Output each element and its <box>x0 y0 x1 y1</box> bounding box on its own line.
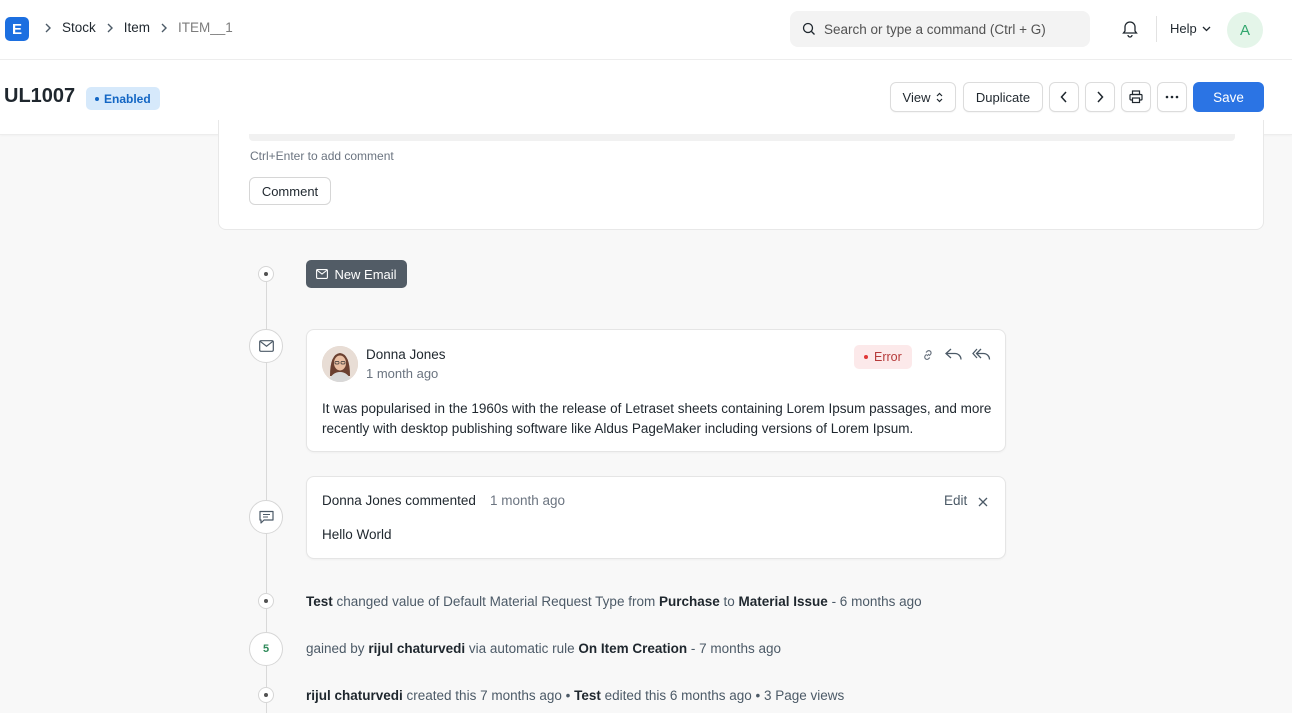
comment-hint: Ctrl+Enter to add comment <box>250 149 394 163</box>
new-email-button[interactable]: New Email <box>306 260 407 288</box>
activity-text: created this 7 months ago • <box>402 688 575 703</box>
error-label: Error <box>874 350 902 364</box>
breadcrumb: Stock Item ITEM__1 <box>40 20 233 35</box>
activity-text: via automatic rule <box>465 641 579 656</box>
reply-all-icon[interactable] <box>972 348 991 364</box>
search-placeholder: Search or type a command (Ctrl + G) <box>824 21 1046 37</box>
save-button[interactable]: Save <box>1193 82 1264 112</box>
timeline-dot <box>258 687 274 703</box>
comment-card: Donna Jones commented 1 month ago Edit H… <box>306 476 1006 559</box>
chevron-right-icon <box>44 23 52 33</box>
activity-user: Test <box>306 594 333 609</box>
activity-item: gained by rijul chaturvedi via automatic… <box>306 641 781 656</box>
previous-button[interactable] <box>1049 82 1079 112</box>
print-button[interactable] <box>1121 82 1151 112</box>
activity-item: Test changed value of Default Material R… <box>306 594 922 609</box>
breadcrumb-stock[interactable]: Stock <box>62 20 96 35</box>
printer-icon <box>1129 90 1143 104</box>
status-label: Enabled <box>104 91 151 106</box>
comment-input[interactable] <box>249 134 1235 141</box>
email-time: 1 month ago <box>366 366 439 381</box>
activity-to: Material Issue <box>738 594 828 609</box>
app-logo[interactable]: E <box>5 17 29 41</box>
next-button[interactable] <box>1085 82 1115 112</box>
error-badge: Error <box>854 345 912 369</box>
timeline-dot <box>258 266 274 282</box>
mail-icon <box>316 269 329 279</box>
comment-author: Donna Jones commented <box>322 493 476 508</box>
chevron-right-icon <box>1097 91 1104 103</box>
activity-text: gained by <box>306 641 369 656</box>
chevron-right-icon <box>106 23 114 33</box>
page-title: UL1007 <box>4 85 76 107</box>
error-dot <box>864 355 868 359</box>
search-bar[interactable]: Search or type a command (Ctrl + G) <box>790 11 1090 47</box>
activity-rule[interactable]: On Item Creation <box>578 641 687 656</box>
user-avatar[interactable]: A <box>1227 12 1263 48</box>
comment-box: Ctrl+Enter to add comment Comment <box>218 120 1264 230</box>
search-icon <box>802 22 815 35</box>
email-card: Donna Jones 1 month ago Error It was pop… <box>306 329 1006 452</box>
status-badge: Enabled <box>86 87 160 110</box>
link-icon[interactable] <box>921 348 935 365</box>
status-dot <box>95 96 99 101</box>
activity-user[interactable]: rijul chaturvedi <box>368 641 465 656</box>
nav-divider <box>1156 16 1157 42</box>
activity-text: to <box>719 594 739 609</box>
activity-text: changed value of Default Material Reques… <box>332 594 659 609</box>
energy-points-badge: 5 <box>249 632 283 666</box>
activity-text: edited this 6 months ago • 3 Page views <box>600 688 845 703</box>
help-dropdown[interactable]: Help <box>1170 21 1211 36</box>
navbar: E Stock Item ITEM__1 Search or type a co… <box>0 0 1292 60</box>
email-body: It was popularised in the 1960s with the… <box>322 401 992 436</box>
chevron-right-icon <box>160 23 168 33</box>
comment-text: Hello World <box>322 527 392 542</box>
reply-icon[interactable] <box>945 348 962 364</box>
chevron-left-icon <box>1060 91 1067 103</box>
comment-button[interactable]: Comment <box>249 177 331 205</box>
view-label: View <box>902 89 931 105</box>
activity-item: rijul chaturvedi created this 7 months a… <box>306 688 844 703</box>
bell-icon[interactable] <box>1121 20 1139 41</box>
avatar <box>322 346 358 382</box>
more-button[interactable] <box>1157 82 1187 112</box>
sort-icon <box>937 92 943 102</box>
duplicate-button[interactable]: Duplicate <box>963 82 1043 112</box>
activity-editor: Test <box>574 688 601 703</box>
breadcrumb-item[interactable]: Item <box>124 20 150 35</box>
timeline-dot <box>258 593 274 609</box>
email-sender[interactable]: Donna Jones <box>366 347 446 362</box>
view-button[interactable]: View <box>890 82 956 112</box>
chevron-down-icon <box>1202 26 1211 31</box>
mail-icon <box>249 329 283 363</box>
comment-time: 1 month ago <box>490 493 566 508</box>
activity-time: - 7 months ago <box>687 641 781 656</box>
comment-icon <box>249 500 283 534</box>
close-icon[interactable] <box>978 495 988 510</box>
breadcrumb-current[interactable]: ITEM__1 <box>178 20 233 35</box>
activity-time: - 6 months ago <box>827 594 922 609</box>
more-icon <box>1165 95 1179 99</box>
help-label: Help <box>1170 21 1197 36</box>
activity-from: Purchase <box>658 594 720 609</box>
new-email-label: New Email <box>334 266 397 282</box>
activity-creator: rijul chaturvedi <box>306 688 403 703</box>
edit-button[interactable]: Edit <box>944 493 967 508</box>
